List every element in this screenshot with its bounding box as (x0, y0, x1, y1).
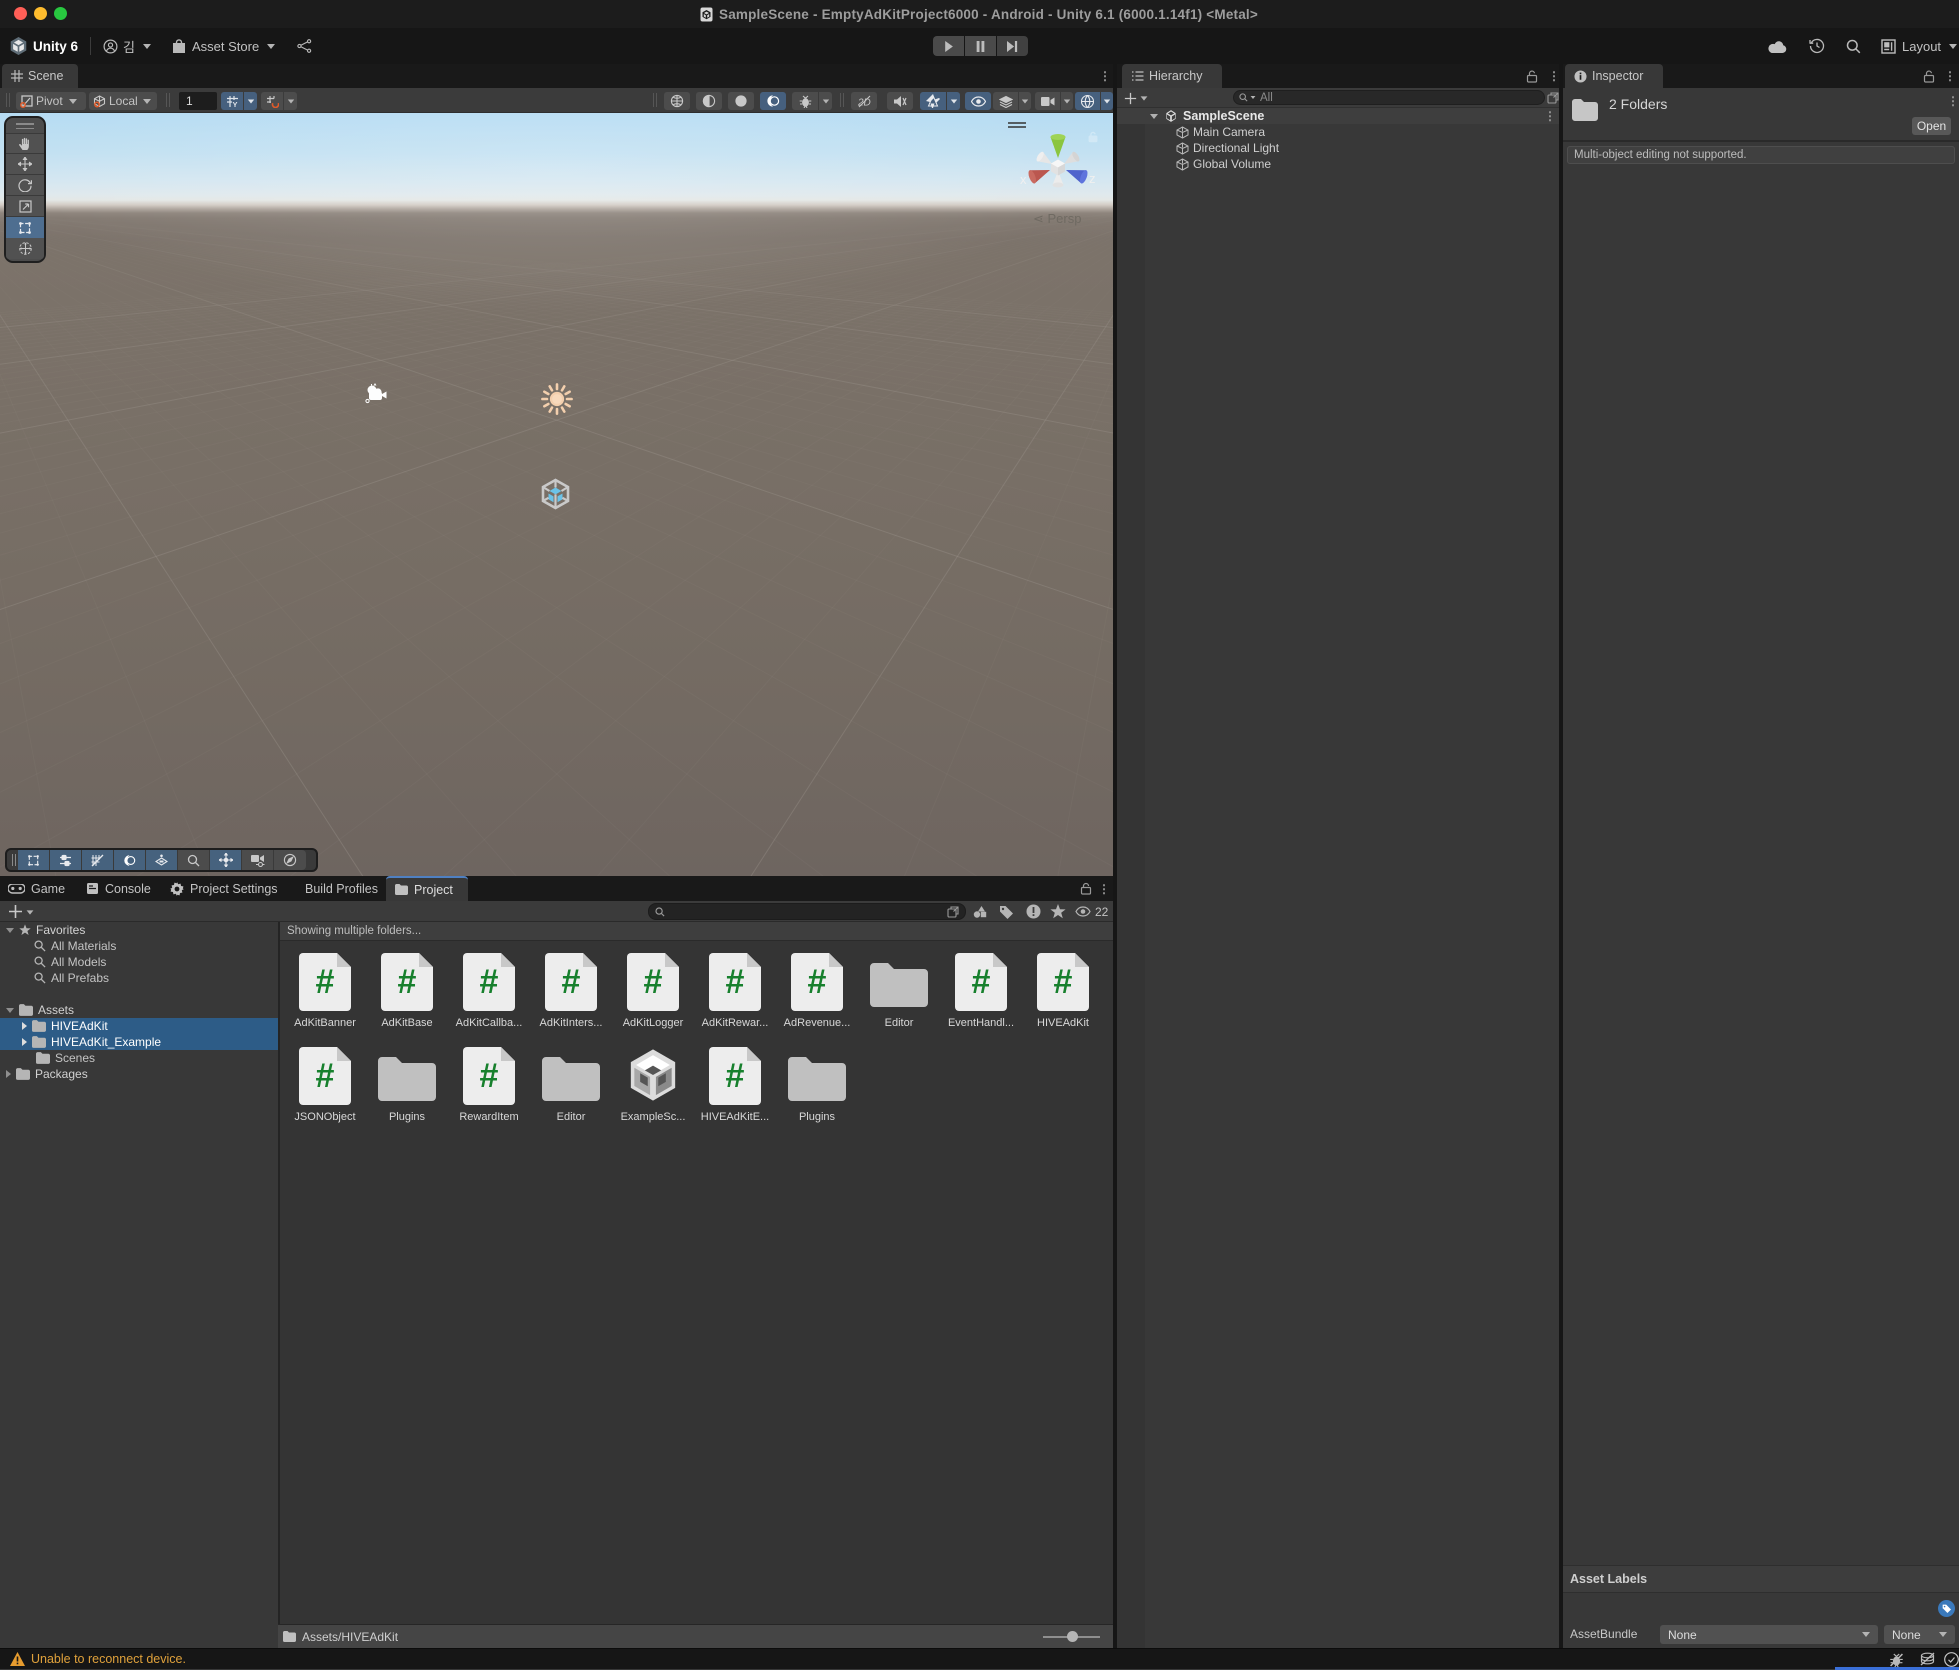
svg-text:#: # (644, 963, 663, 1001)
svg-text:#: # (316, 1057, 335, 1095)
svg-text:#: # (480, 963, 499, 1001)
svg-text:z: z (1089, 171, 1096, 186)
svg-text:#: # (726, 963, 745, 1001)
svg-text:#: # (562, 963, 581, 1001)
svg-text:#: # (972, 963, 991, 1001)
svg-text:Y: Y (232, 100, 237, 108)
svg-text:#: # (480, 1057, 499, 1095)
svg-text:#: # (1054, 963, 1073, 1001)
svg-text:#: # (808, 963, 827, 1001)
svg-text:#: # (316, 963, 335, 1001)
svg-text:x: x (1020, 172, 1027, 187)
svg-text:#: # (726, 1057, 745, 1095)
svg-text:#: # (398, 963, 417, 1001)
